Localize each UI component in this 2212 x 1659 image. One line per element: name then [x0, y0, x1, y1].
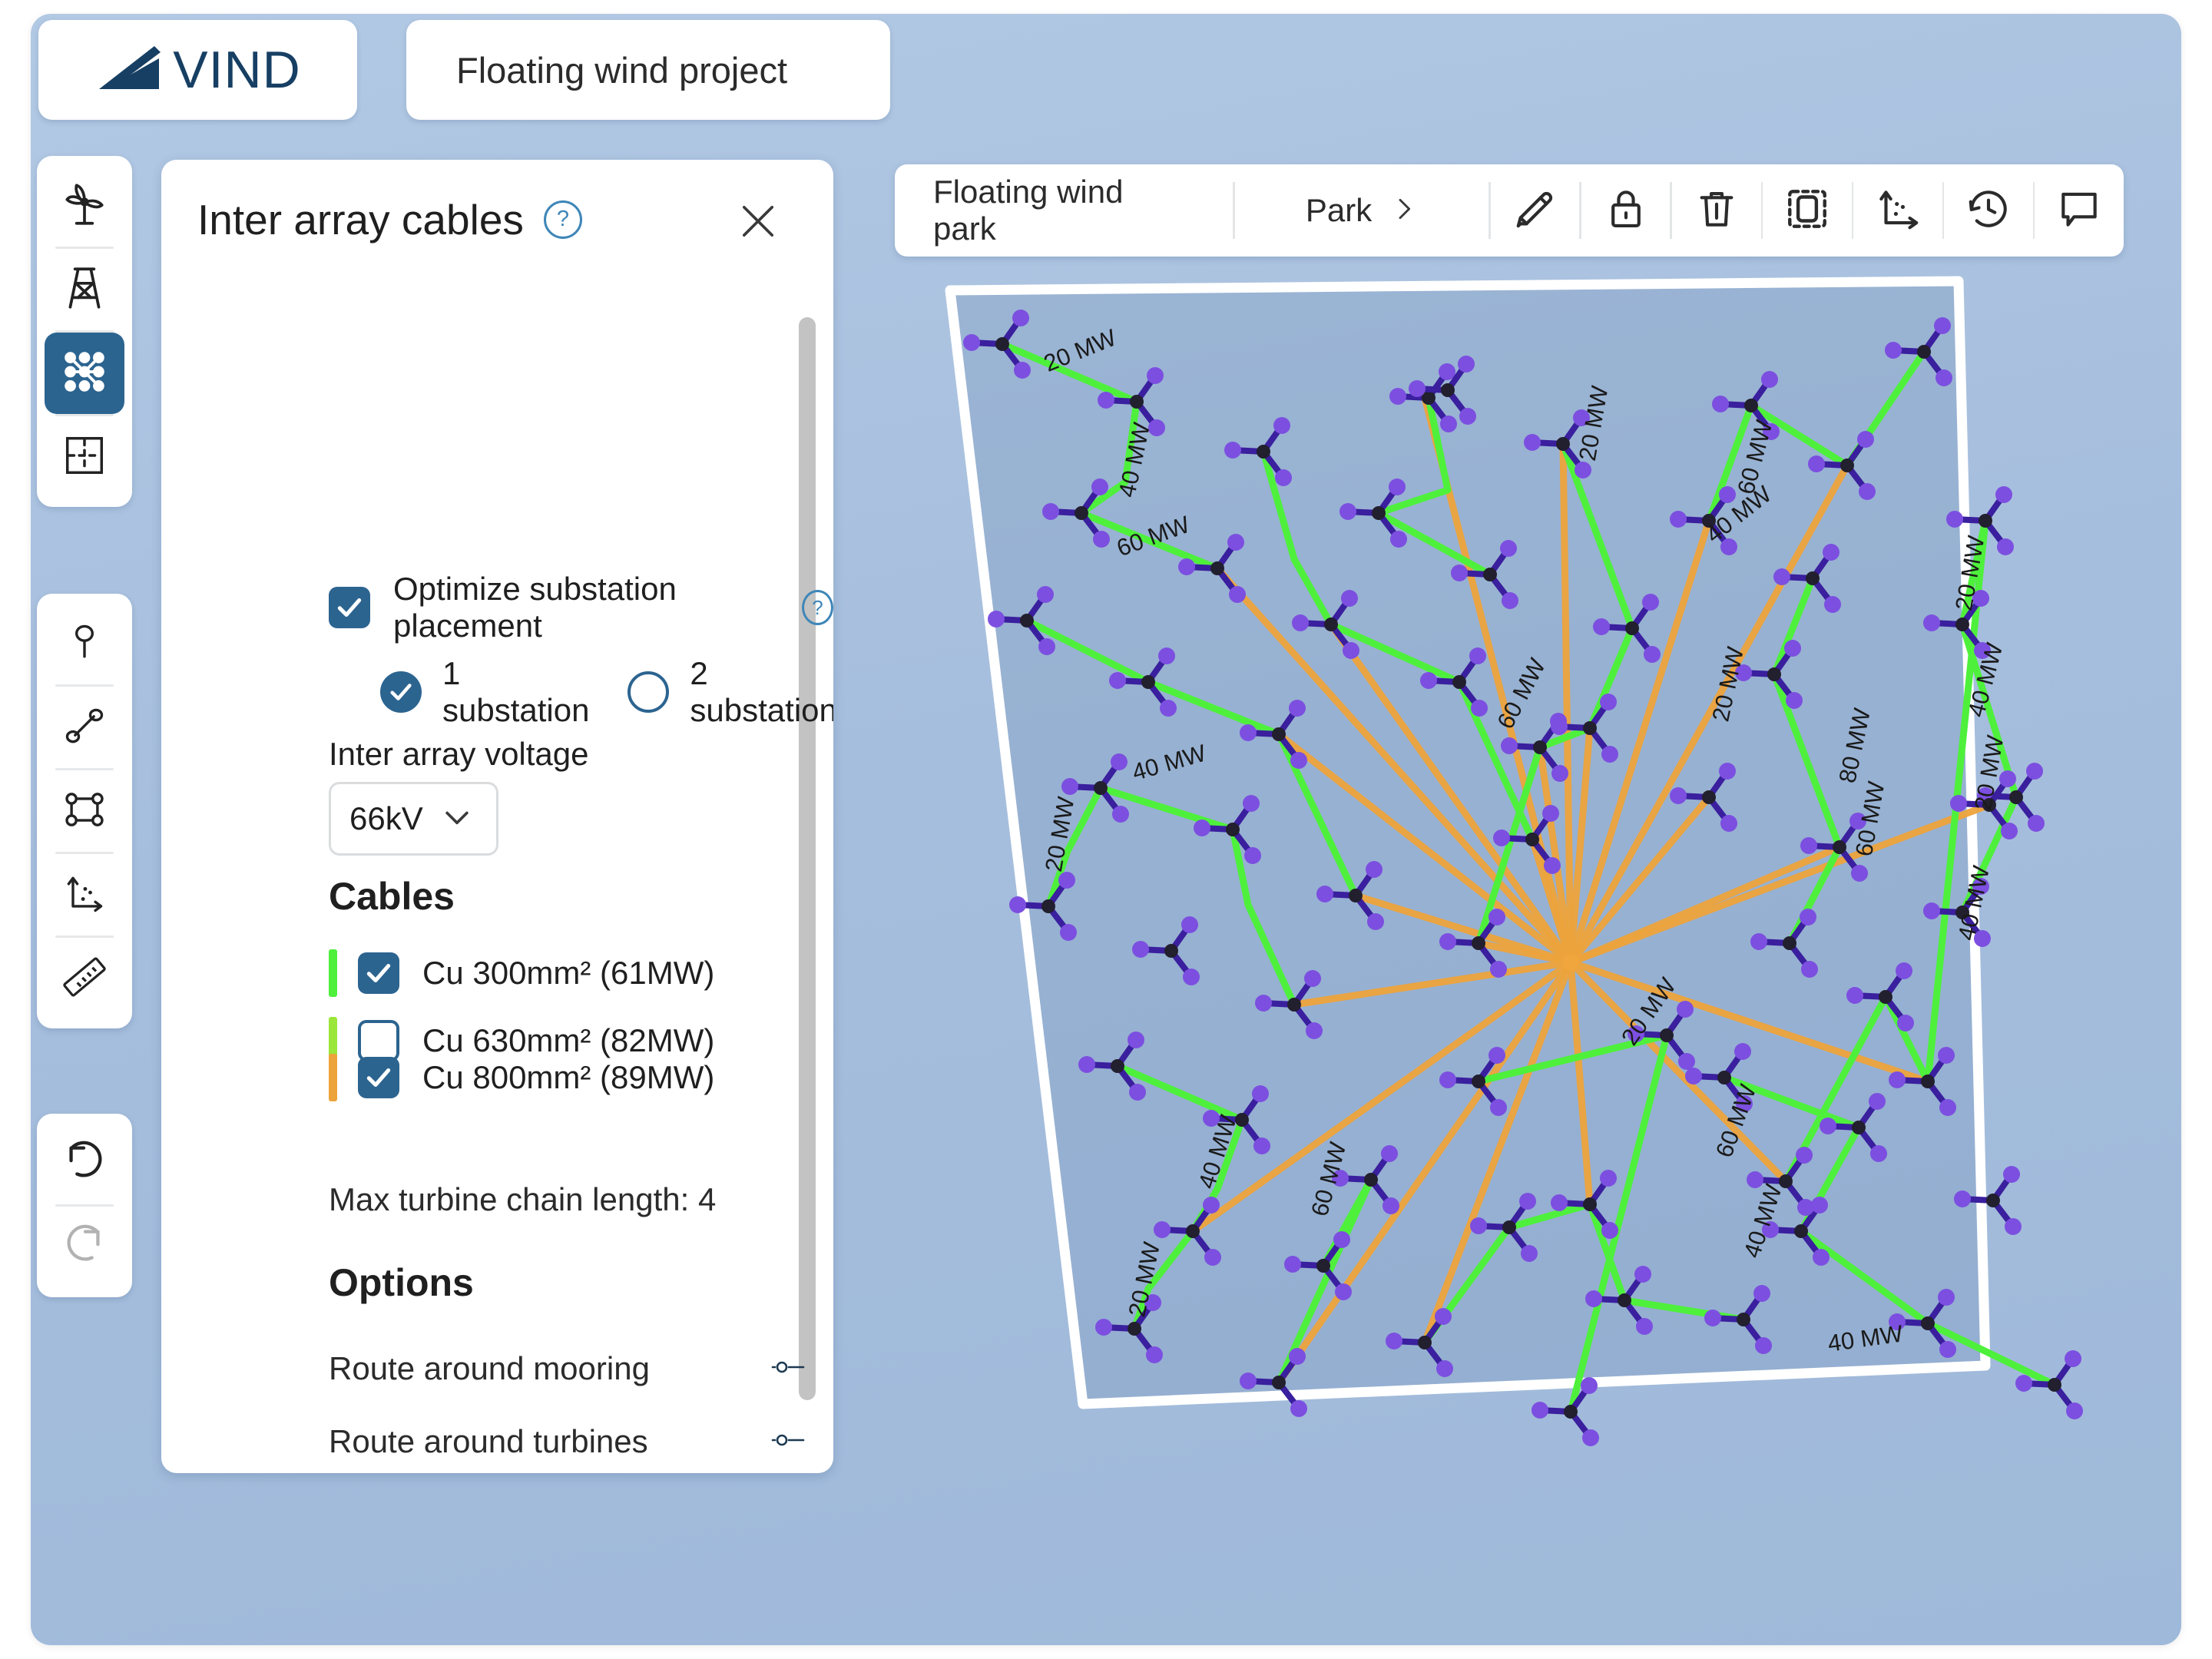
sidebar-item-polygon[interactable] [45, 770, 124, 852]
max-turbine-chain-length: Max turbine chain length: 4 [329, 1181, 717, 1217]
chevron-down-icon [440, 800, 474, 838]
cable-color-swatch [329, 949, 337, 997]
undo-button[interactable] [45, 1123, 124, 1204]
chevron-right-icon [1389, 194, 1419, 228]
brand-name: VIND [173, 41, 301, 99]
cable-checkbox-2[interactable] [358, 1057, 399, 1098]
radio-2-substations[interactable] [628, 671, 670, 713]
optimize-help-icon[interactable]: ? [802, 590, 833, 625]
clock-history-icon [1965, 185, 2012, 237]
comment-button[interactable] [2035, 164, 2123, 257]
map-toolbar: Floating wind park Park [895, 164, 2124, 257]
tool-rail-main [37, 156, 132, 507]
cable-network-icon [61, 348, 108, 399]
app-canvas: VIND Floating wind project Inter array c… [31, 14, 2181, 1645]
optimize-substation-row: Optimize substation placement ? [329, 571, 833, 644]
analyse-button[interactable] [1853, 164, 1942, 257]
tool-rail-history [37, 1114, 132, 1297]
panel-body: Optimize substation placement ? 1 substa… [161, 279, 833, 1473]
option-row-0: Route around mooring [329, 1350, 833, 1387]
cable-label-0: Cu 300mm² (61MW) [422, 955, 715, 991]
cables-section-title: Cables [329, 875, 455, 918]
substation-count-group: 1 substation 2 substations [380, 655, 833, 729]
optimize-substation-label: Optimize substation placement [393, 571, 677, 644]
close-icon[interactable] [737, 200, 780, 243]
sidebar-item-grid-layout[interactable] [45, 416, 124, 498]
inter-array-voltage-value: 66kV [349, 800, 423, 836]
sidebar-item-point[interactable] [45, 603, 124, 684]
radio-2-substations-label: 2 substations [690, 655, 833, 728]
inter-array-cables-panel: Inter array cables ? Optimize substation… [161, 160, 833, 1473]
breadcrumb[interactable]: Park [1306, 192, 1419, 229]
radio-1-substation[interactable] [380, 671, 422, 713]
select-button[interactable] [1763, 164, 1851, 257]
comment-bubble-icon [2055, 185, 2103, 237]
panel-help-icon[interactable]: ? [543, 200, 582, 239]
sidebar-item-analysis[interactable] [45, 854, 124, 935]
radio-1-substation-label: 1 substation [442, 655, 590, 728]
cable-label-2: Cu 800mm² (89MW) [422, 1059, 715, 1095]
optimize-substation-checkbox[interactable] [329, 587, 370, 628]
cable-item-2: Cu 800mm² (89MW) [329, 1054, 714, 1101]
scatter-axes-icon [61, 870, 108, 920]
option-label-1: Route around turbines [329, 1423, 648, 1459]
brand-logo-card[interactable]: VIND [38, 20, 357, 120]
lock-icon [1602, 185, 1650, 237]
project-title-card[interactable]: Floating wind project [406, 20, 890, 120]
toolbar-divider [1233, 182, 1235, 239]
park-name-label: Floating wind park [933, 174, 1124, 247]
slider-settings-icon[interactable] [770, 1430, 811, 1454]
options-section-title: Options [329, 1261, 474, 1304]
inter-array-voltage-select[interactable]: 66kV [329, 782, 498, 856]
sidebar-item-inter-array-cables[interactable] [45, 333, 124, 414]
trash-icon [1693, 185, 1740, 237]
breadcrumb-label: Park [1305, 192, 1373, 228]
edit-button[interactable] [1491, 164, 1579, 257]
project-title: Floating wind project [456, 49, 788, 91]
pencil-icon [1512, 185, 1559, 237]
panel-scrollbar[interactable] [799, 317, 816, 1400]
inter-array-voltage-label: Inter array voltage [329, 736, 589, 772]
cable-checkbox-0[interactable] [358, 952, 399, 994]
undo-arrow-icon [61, 1138, 108, 1190]
tool-rail-draw [37, 594, 132, 1028]
point-marker-icon [61, 619, 108, 669]
top-bar: VIND Floating wind project [31, 14, 2181, 148]
lock-button[interactable] [1581, 164, 1670, 257]
slider-settings-icon[interactable] [770, 1357, 811, 1381]
polygon-icon [61, 786, 108, 836]
panel-header: Inter array cables ? [161, 160, 833, 279]
cable-item-0: Cu 300mm² (61MW) [329, 949, 714, 997]
redo-arrow-icon [61, 1222, 108, 1273]
sidebar-item-turbines[interactable] [45, 165, 124, 247]
marquee-select-icon [1783, 185, 1831, 237]
sidebar-item-substation[interactable] [45, 249, 124, 330]
redo-button[interactable] [45, 1207, 124, 1288]
cable-color-swatch [329, 1054, 337, 1101]
scatter-axes-icon [1874, 185, 1922, 237]
vind-sail-logo-icon [94, 41, 171, 99]
page-title: Inter array cables [197, 195, 524, 243]
grid-crosshair-icon [61, 432, 108, 483]
sidebar-item-line[interactable] [45, 687, 124, 768]
map-canvas[interactable]: 20 MW40 MW60 MW20 MW 60 MW40 MW20 MW40 MW… [895, 267, 2139, 1465]
wind-turbine-icon [59, 179, 110, 233]
park-map[interactable]: 20 MW 40 MW 60 MW 20 MW 60 MW 40 MW 20 MW 40 MW… [895, 267, 2139, 1465]
option-label-0: Route around mooring [329, 1350, 650, 1386]
history-button[interactable] [1944, 164, 2032, 257]
ruler-icon [61, 954, 108, 1004]
delete-button[interactable] [1672, 164, 1760, 257]
lattice-tower-icon [59, 263, 110, 317]
option-row-1: Route around turbines [329, 1423, 833, 1460]
line-segment-icon [61, 703, 108, 753]
sidebar-item-measure[interactable] [45, 938, 124, 1019]
